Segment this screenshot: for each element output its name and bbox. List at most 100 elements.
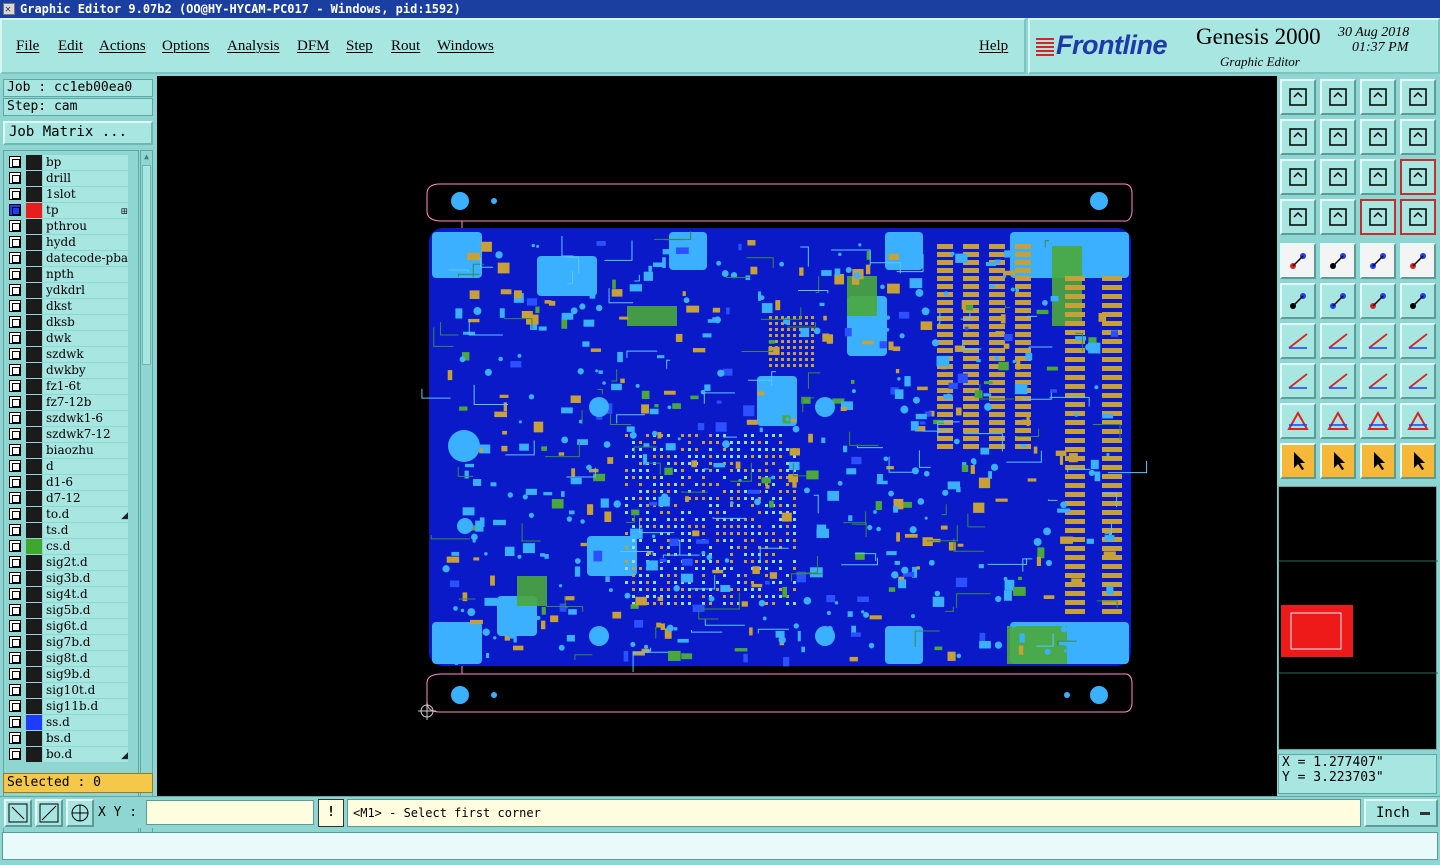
menu-actions[interactable]: Actions [99,38,146,55]
layer-color-swatch[interactable] [26,331,42,346]
layer-color-swatch[interactable] [26,379,42,394]
overview-map[interactable] [1278,486,1438,750]
open-button[interactable] [1280,79,1316,115]
layer-row[interactable]: d [6,459,128,474]
ruler-button[interactable] [1360,243,1396,279]
layer-checkbox[interactable] [9,252,21,264]
layer-name[interactable]: 1slot [43,187,128,202]
layer-row[interactable]: fz7-12b [6,395,128,410]
layer-name[interactable]: sig4t.d [43,587,128,602]
layer-name[interactable]: drill [43,171,128,186]
line-button[interactable] [1320,243,1356,279]
units-select[interactable]: Inch [1364,799,1438,827]
layer-checkbox[interactable] [9,268,21,280]
layer-checkbox[interactable] [9,652,21,664]
layer-color-swatch[interactable] [26,651,42,666]
layer-color-swatch[interactable] [26,187,42,202]
layer-color-swatch[interactable] [26,155,42,170]
layer-color-swatch[interactable] [26,219,42,234]
layer-color-swatch[interactable] [26,395,42,410]
layer-row[interactable]: pthrou [6,219,128,234]
layer-name[interactable]: fz1-6t [43,379,128,394]
layer-row[interactable]: biaozhu [6,443,128,458]
layer-name[interactable]: sig7b.d [43,635,128,650]
layer-checkbox[interactable] [9,508,21,520]
layer-name[interactable]: pthrou [43,219,128,234]
layer-row[interactable]: d7-12 [6,491,128,506]
zoom-window-button[interactable] [4,799,32,827]
layer-row[interactable]: sig4t.d [6,587,128,602]
layer-name[interactable]: sig6t.d [43,619,128,634]
layer-row[interactable]: szdwk [6,347,128,362]
layer-name[interactable]: szdwk1-6 [43,411,128,426]
measure-button[interactable] [1280,199,1316,235]
layer-name[interactable]: dkst [43,299,128,314]
menu-windows[interactable]: Windows [437,38,494,55]
layer-row[interactable]: hydd [6,235,128,250]
layer-color-swatch[interactable] [26,235,42,250]
connect-button[interactable] [1280,283,1316,319]
layer-row[interactable]: fz1-6t [6,379,128,394]
menu-help[interactable]: Help [979,38,1008,55]
menu-file[interactable]: File [16,38,39,55]
layer-color-swatch[interactable] [26,475,42,490]
layer-color-swatch[interactable] [26,731,42,746]
layer-row[interactable]: szdwk1-6 [6,411,128,426]
layer-checkbox[interactable] [9,540,21,552]
layer-row[interactable]: sig9b.d [6,667,128,682]
layer-name[interactable]: ts.d [43,523,128,538]
layer-color-swatch[interactable] [26,539,42,554]
arc-button[interactable] [1360,283,1396,319]
layer-checkbox[interactable] [9,188,21,200]
layer-checkbox[interactable] [9,332,21,344]
layer-row[interactable]: sig10t.d [6,683,128,698]
select-net-button[interactable] [1400,443,1436,479]
select-button[interactable] [1280,443,1316,479]
layer-name[interactable]: ss.d [43,715,128,730]
bridge-button[interactable] [1360,363,1396,399]
layer-checkbox[interactable] [9,396,21,408]
layer-checkbox[interactable] [9,588,21,600]
menu-step[interactable]: Step [346,38,373,55]
layer-row[interactable]: dwkby [6,363,128,378]
layer-checkbox[interactable] [9,524,21,536]
layer-color-swatch[interactable] [26,683,42,698]
layer-color-swatch[interactable] [26,315,42,330]
layer-checkbox[interactable] [9,732,21,744]
layer-row[interactable]: dwk [6,331,128,346]
layer-checkbox[interactable] [9,460,21,472]
menu-dfm[interactable]: DFM [297,38,330,55]
pcb-drawing[interactable] [157,76,1277,796]
layer-name[interactable]: bs.d [43,731,128,746]
grid-button[interactable] [66,799,94,827]
layer-name[interactable]: sig11b.d [43,699,128,714]
layer-row[interactable]: sig6t.d [6,619,128,634]
layer-checkbox[interactable] [9,412,21,424]
layer-checkbox[interactable] [9,156,21,168]
layer-row[interactable]: tp ⊞ [6,203,128,218]
layer-color-swatch[interactable] [26,491,42,506]
layer-row[interactable]: bo.d ◢ [6,747,128,762]
layer-color-swatch[interactable] [26,619,42,634]
layer-color-swatch[interactable] [26,171,42,186]
layer-checkbox[interactable] [9,492,21,504]
layer-name[interactable]: ydkdrl [43,283,128,298]
layer-checkbox[interactable] [9,316,21,328]
layer-checkbox[interactable] [9,748,21,760]
layers-button[interactable] [1360,199,1396,235]
layer-row[interactable]: bs.d [6,731,128,746]
layer-checkbox[interactable] [9,700,21,712]
layer-color-swatch[interactable] [26,299,42,314]
layer-color-swatch[interactable] [26,347,42,362]
scroll-thumb[interactable] [142,165,151,365]
layer-color-swatch[interactable] [26,603,42,618]
tri-button[interactable] [1280,403,1316,439]
layer-color-swatch[interactable] [26,443,42,458]
layer-checkbox[interactable] [9,236,21,248]
layer-name[interactable]: bp [43,155,128,170]
layer-name[interactable]: d1-6 [43,475,128,490]
menu-rout[interactable]: Rout [391,38,420,55]
layer-row[interactable]: ts.d [6,523,128,538]
layer-row[interactable]: ydkdrl [6,283,128,298]
pad-button[interactable] [1280,243,1316,279]
